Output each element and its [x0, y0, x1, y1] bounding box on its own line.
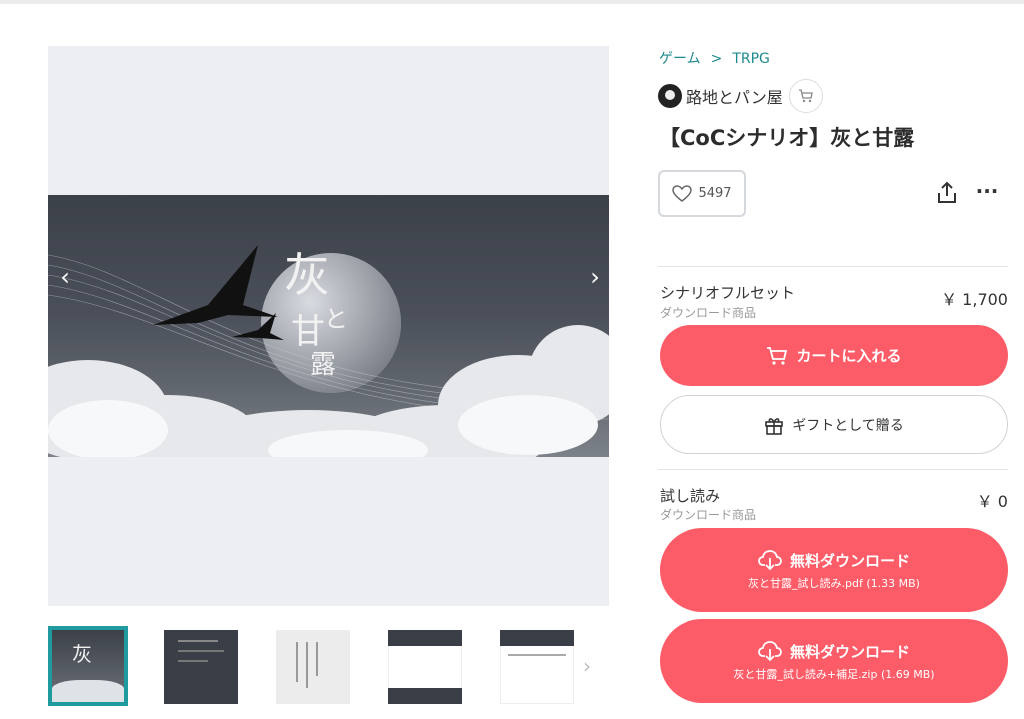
hero-artwork: 灰 と 甘 露: [48, 245, 609, 457]
hero-title-char4: 露: [310, 350, 336, 380]
more-icon: ···: [975, 179, 999, 203]
more-button[interactable]: ···: [974, 180, 1000, 206]
chevron-right-icon: ›: [590, 263, 600, 291]
chevron-right-icon: ›: [583, 654, 591, 678]
thumbnail-1[interactable]: 灰: [48, 626, 128, 706]
add-to-cart-button[interactable]: カートに入れる: [660, 325, 1008, 386]
gift-button[interactable]: ギフトとして贈る: [660, 395, 1008, 454]
shop-name[interactable]: 路地とパン屋: [686, 84, 783, 108]
item-type-sample: ダウンロード商品: [660, 508, 757, 522]
gift-icon: [765, 417, 784, 435]
add-to-cart-label: カートに入れる: [796, 347, 902, 365]
hero-title-char3: 甘: [291, 312, 325, 352]
item-name-fullset: シナリオフルセット: [660, 284, 796, 302]
cart-icon: [767, 346, 788, 365]
thumbnail-4[interactable]: [388, 626, 468, 706]
download-file-info: 灰と甘露_試し読み+補足.zip (1.69 MB): [733, 668, 935, 681]
download-zip-button[interactable]: 無料ダウンロード 灰と甘露_試し読み+補足.zip (1.69 MB): [660, 619, 1008, 703]
item-type-fullset: ダウンロード商品: [660, 306, 757, 320]
download-cloud-icon: [758, 641, 782, 662]
hero-title-char2: と: [324, 305, 348, 333]
breadcrumb-link-trpg[interactable]: TRPG: [732, 51, 770, 67]
product-title: 【CoCシナリオ】灰と甘露: [659, 126, 915, 150]
cart-icon: [798, 89, 813, 103]
chevron-left-icon: ‹: [60, 263, 70, 291]
item-price-fullset: ￥ 1,700: [941, 290, 1008, 309]
thumbnail-3[interactable]: [276, 626, 356, 706]
hero-title-char1: 灰: [284, 248, 330, 302]
gallery-next-button[interactable]: ›: [580, 262, 610, 292]
breadcrumb-separator: >: [710, 51, 723, 67]
download-label: 無料ダウンロード: [789, 551, 910, 570]
breadcrumb: ゲーム > TRPG: [659, 48, 770, 68]
thumbnail-strip: 灰 ›: [48, 626, 608, 708]
thumbnail-5[interactable]: [500, 626, 580, 706]
heart-icon: [672, 184, 693, 202]
top-border: [0, 0, 1024, 4]
shop-info: 路地とパン屋: [658, 79, 823, 113]
download-file-info: 灰と甘露_試し読み.pdf (1.33 MB): [748, 577, 920, 590]
shop-avatar[interactable]: [658, 84, 682, 108]
gallery-prev-button[interactable]: ‹: [50, 262, 80, 292]
like-button[interactable]: 5497: [658, 170, 746, 217]
divider: [658, 266, 1008, 267]
item-price-sample: ￥ 0: [976, 492, 1008, 511]
thumbnail-2[interactable]: [164, 626, 244, 706]
share-button[interactable]: [934, 180, 960, 206]
like-count: 5497: [698, 186, 732, 201]
gift-label: ギフトとして贈る: [792, 417, 904, 434]
thumbnail-next-button[interactable]: ›: [583, 654, 603, 678]
divider: [658, 469, 1008, 470]
main-image[interactable]: 灰 と 甘 露: [48, 195, 609, 457]
shop-cart-button[interactable]: [788, 79, 823, 113]
item-name-sample: 試し読み: [660, 487, 721, 505]
image-gallery: 灰 と 甘 露: [48, 46, 609, 606]
breadcrumb-link-game[interactable]: ゲーム: [659, 48, 701, 68]
download-cloud-icon: [758, 550, 782, 571]
share-icon: [938, 181, 956, 203]
download-label: 無料ダウンロード: [789, 642, 910, 661]
download-pdf-button[interactable]: 無料ダウンロード 灰と甘露_試し読み.pdf (1.33 MB): [660, 528, 1008, 612]
